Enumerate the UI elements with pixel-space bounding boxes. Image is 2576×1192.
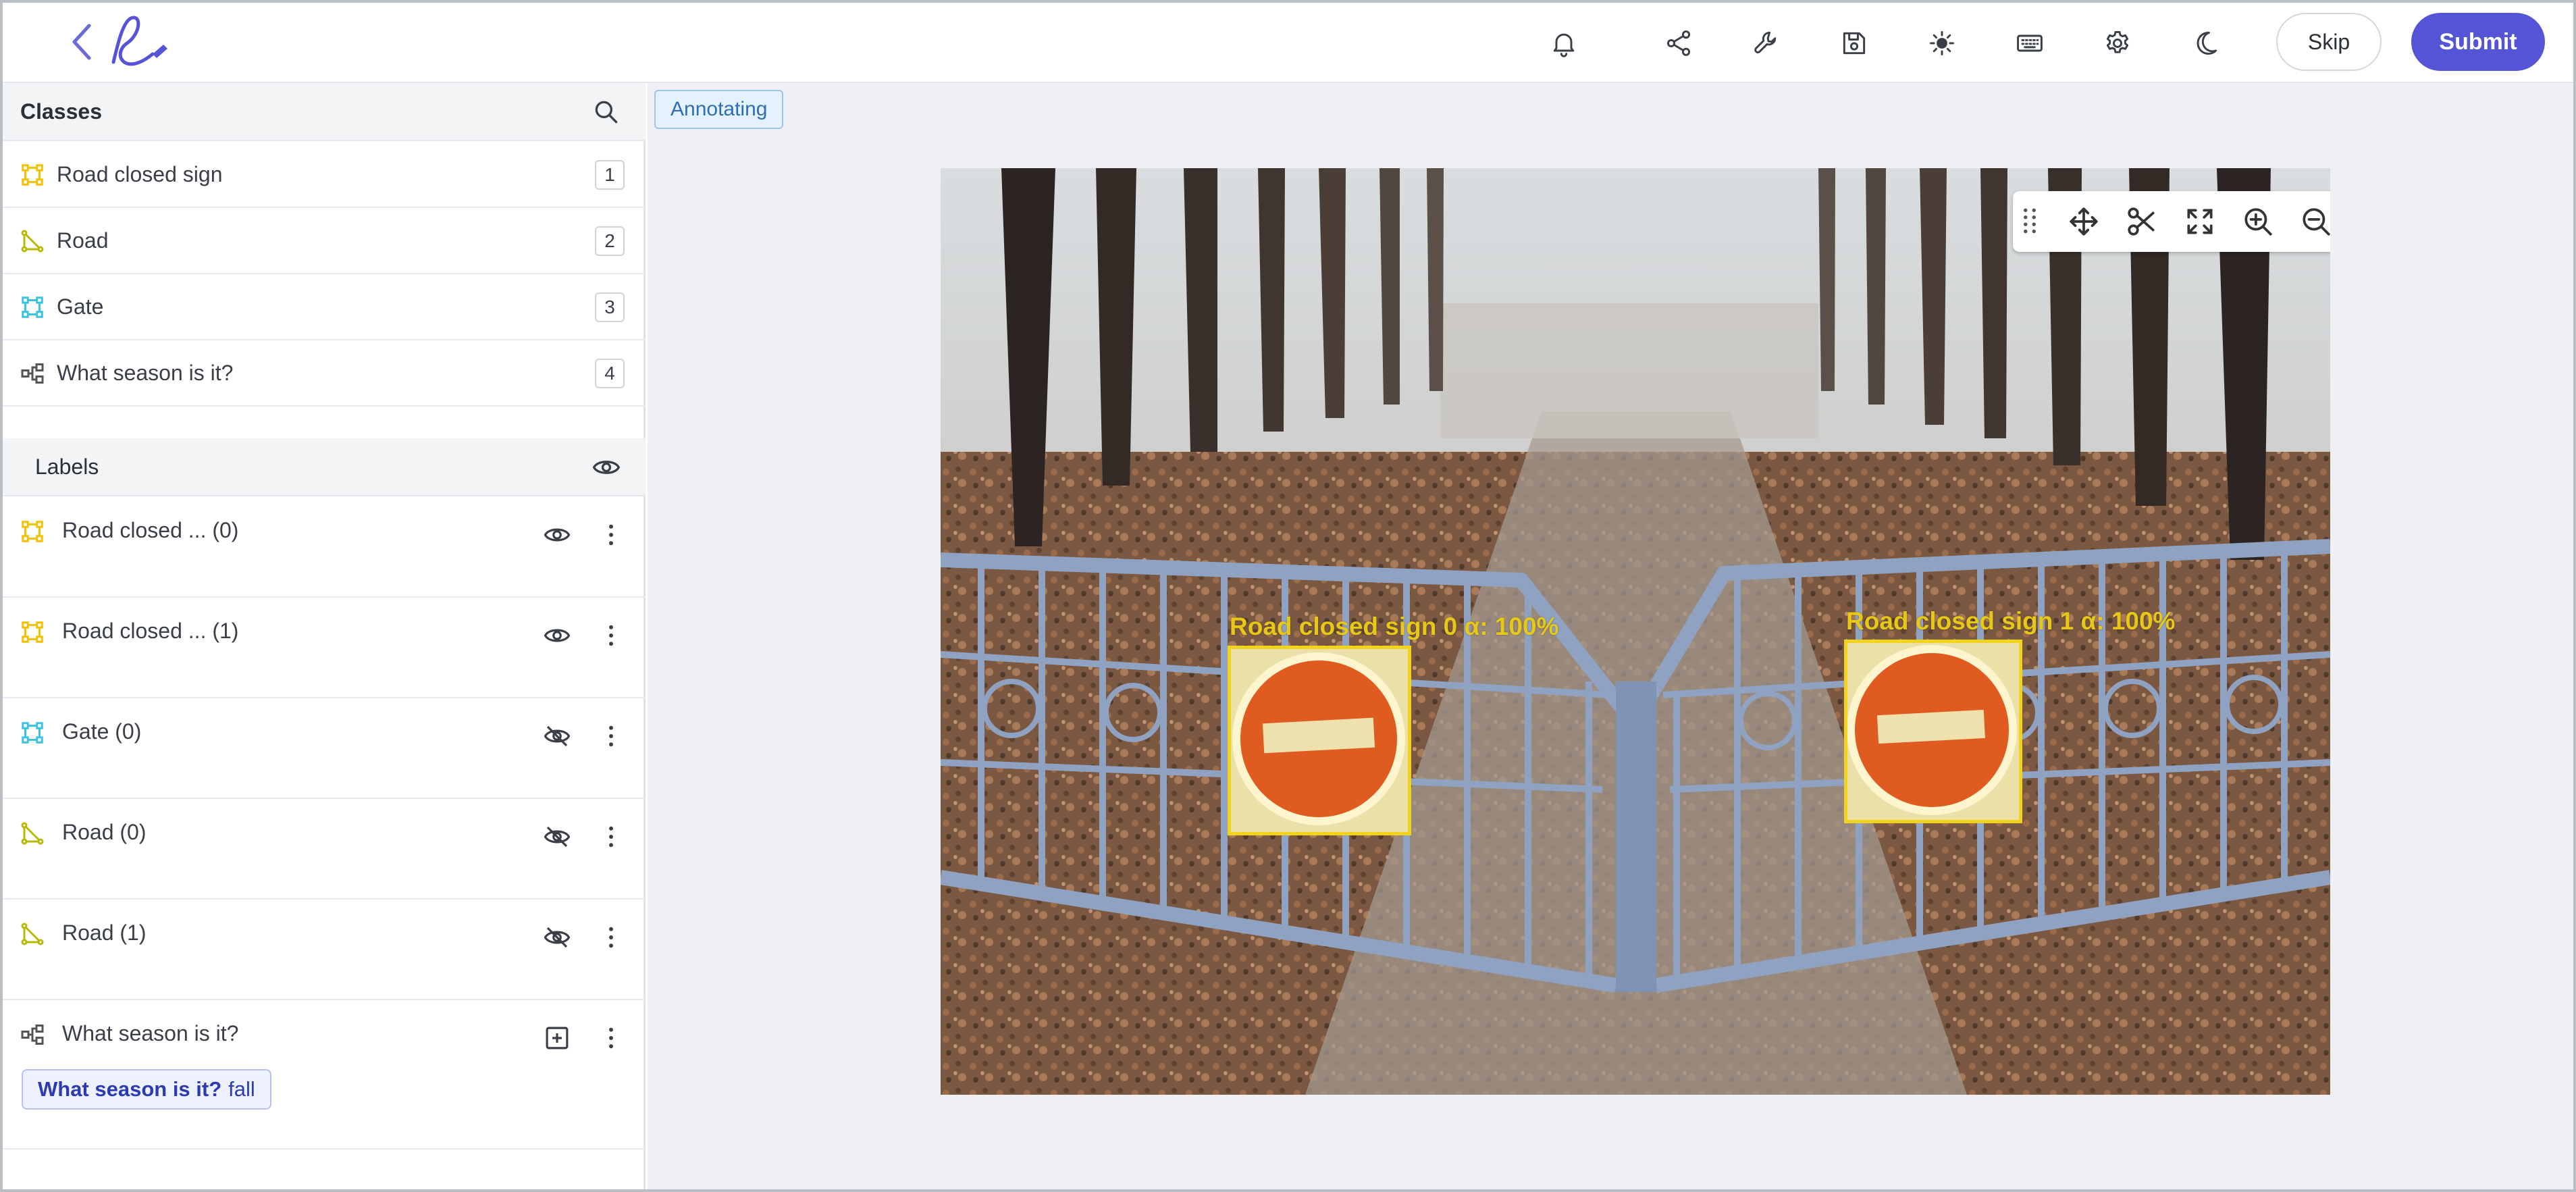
classification-icon <box>21 363 44 384</box>
share-icon[interactable] <box>1661 26 1696 61</box>
add-box-icon[interactable] <box>543 1024 571 1052</box>
hotkey-badge: 1 <box>595 159 625 190</box>
more-vertical-icon[interactable] <box>597 621 625 650</box>
label-item[interactable]: Road (0) <box>3 800 646 900</box>
bounding-box-road-closed-sign-1[interactable] <box>1844 640 2022 823</box>
classification-answer-chip[interactable]: What season is it? fall <box>22 1069 271 1110</box>
back-arrow-icon[interactable] <box>69 22 96 62</box>
label-name: Road (0) <box>62 820 147 844</box>
more-vertical-icon[interactable] <box>597 521 625 549</box>
eye-icon[interactable] <box>543 621 571 650</box>
status-badge: Annotating <box>654 90 784 129</box>
label-item[interactable]: Road closed ... (1) <box>3 598 646 698</box>
label-name: What season is it? <box>62 1021 239 1045</box>
eye-icon[interactable] <box>592 452 621 482</box>
eye-off-icon[interactable] <box>543 823 571 851</box>
skip-button[interactable]: Skip <box>2276 13 2382 71</box>
sidebar: Classes Road closed sign 1 Road 2 Gate 3… <box>3 83 646 1189</box>
class-item-road-closed-sign[interactable]: Road closed sign 1 <box>3 142 646 208</box>
app-window: Skip Submit Classes Road closed sign 1 R… <box>0 0 2576 1192</box>
hotkey-badge: 2 <box>595 226 625 256</box>
move-icon[interactable] <box>2067 205 2101 238</box>
labels-title: Labels <box>35 454 99 479</box>
polygon-icon <box>21 923 44 945</box>
main-area: Annotating Road closed sign 0 α: 100% Ro… <box>648 83 2573 1189</box>
label-name: Gate (0) <box>62 719 142 744</box>
label-item[interactable]: Road (1) <box>3 900 646 1000</box>
more-vertical-icon[interactable] <box>597 823 625 851</box>
bbox-icon <box>22 163 43 186</box>
gear-icon[interactable] <box>2100 26 2135 61</box>
class-name: Gate <box>57 294 104 319</box>
label-item[interactable]: Road closed ... (0) <box>3 498 646 598</box>
search-icon[interactable] <box>592 97 621 127</box>
save-icon[interactable] <box>1837 26 1872 61</box>
answer-question: What season is it? <box>38 1077 222 1101</box>
class-name: Road closed sign <box>57 162 223 186</box>
fit-screen-icon[interactable] <box>2183 205 2217 238</box>
classification-icon <box>21 1025 44 1045</box>
brightness-icon[interactable] <box>1924 26 1960 61</box>
bbox-icon <box>22 722 43 744</box>
bounding-box-road-closed-sign-0[interactable] <box>1228 646 1411 835</box>
class-name: Road <box>57 228 109 253</box>
eye-off-icon[interactable] <box>543 923 571 952</box>
scissors-icon[interactable] <box>2125 205 2159 238</box>
hotkey-badge: 4 <box>595 358 625 388</box>
eye-off-icon[interactable] <box>543 722 571 750</box>
wrench-icon[interactable] <box>1749 26 1784 61</box>
zoom-in-icon[interactable] <box>2241 205 2275 238</box>
class-name: What season is it? <box>57 361 234 385</box>
bbox-label: Road closed sign 0 α: 100% <box>1230 613 1559 640</box>
class-item-what-season[interactable]: What season is it? 4 <box>3 341 646 407</box>
polygon-icon <box>21 822 44 845</box>
hotkey-badge: 3 <box>595 292 625 322</box>
canvas-toolbar <box>2013 191 2330 252</box>
polygon-icon <box>21 230 44 252</box>
eye-icon[interactable] <box>543 521 571 549</box>
classes-title: Classes <box>20 99 102 124</box>
keyboard-icon[interactable] <box>2012 26 2047 61</box>
bbox-icon <box>22 621 43 643</box>
bbox-label: Road closed sign 1 α: 100% <box>1846 607 2176 635</box>
submit-button[interactable]: Submit <box>2411 13 2545 71</box>
label-name: Road (1) <box>62 921 147 945</box>
label-name: Road closed ... (0) <box>62 518 239 542</box>
answer-value: fall <box>228 1077 255 1101</box>
drag-handle-icon[interactable] <box>2021 205 2039 238</box>
annotation-canvas[interactable]: Road closed sign 0 α: 100% Road closed s… <box>941 168 2330 1095</box>
zoom-out-icon[interactable] <box>2299 205 2330 238</box>
labels-header: Labels <box>3 438 646 496</box>
moon-icon[interactable] <box>2188 26 2223 61</box>
label-name: Road closed ... (1) <box>62 619 239 643</box>
more-vertical-icon[interactable] <box>597 1024 625 1052</box>
top-bar: Skip Submit <box>3 3 2573 83</box>
signature-logo-icon <box>111 16 167 66</box>
more-vertical-icon[interactable] <box>597 923 625 952</box>
classes-header: Classes <box>3 83 646 141</box>
bell-icon[interactable] <box>1546 26 1581 61</box>
class-item-gate[interactable]: Gate 3 <box>3 275 646 340</box>
bbox-icon <box>22 521 43 542</box>
more-vertical-icon[interactable] <box>597 722 625 750</box>
bbox-icon <box>22 296 43 318</box>
label-item[interactable]: Gate (0) <box>3 699 646 799</box>
class-item-road[interactable]: Road 2 <box>3 209 646 274</box>
